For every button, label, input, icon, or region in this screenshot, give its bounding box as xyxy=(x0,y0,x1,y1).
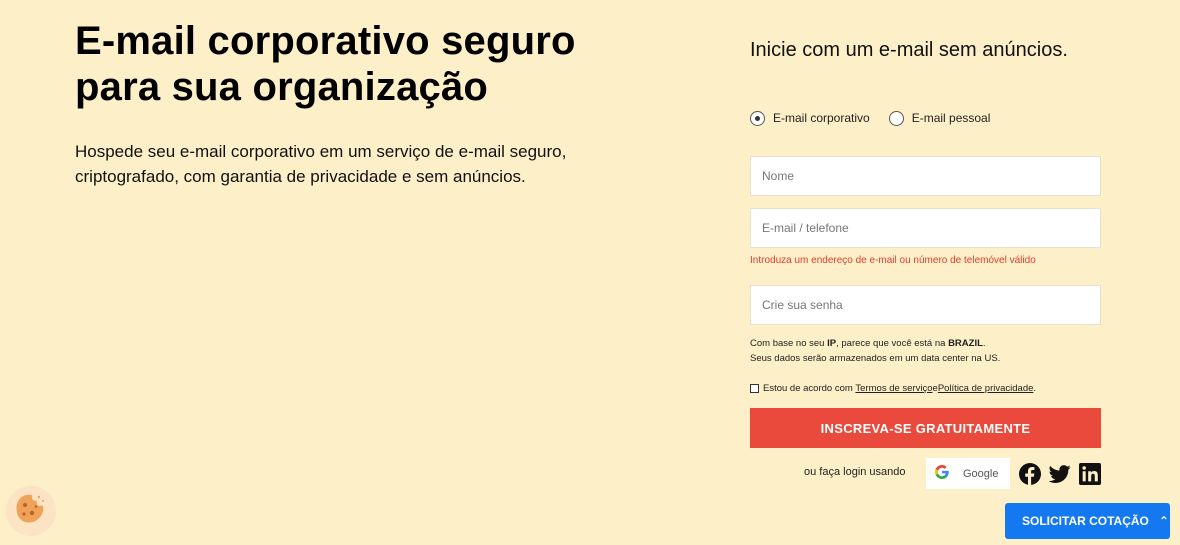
radio-personal[interactable]: E-mail pessoal xyxy=(888,110,991,126)
google-login-button[interactable]: Google xyxy=(926,458,1010,489)
google-icon xyxy=(935,465,949,482)
twitter-icon[interactable] xyxy=(1048,463,1071,485)
terms-row: Estou de acordo com Termos de serviço e … xyxy=(750,383,1036,394)
ip-note-ip: IP xyxy=(827,338,837,349)
terms-of-service-link[interactable]: Termos de serviço xyxy=(855,383,932,394)
ip-note-datacenter: Seus dados serão armazenados em um data … xyxy=(750,353,1001,364)
signup-button[interactable]: INSCREVA-SE GRATUITAMENTE xyxy=(750,408,1101,448)
request-quote-label: SOLICITAR COTAÇÃO xyxy=(1022,514,1149,528)
chevron-up-icon: ⌃ xyxy=(1158,514,1169,528)
ip-note-suffix: . xyxy=(982,338,986,349)
form-title: Inicie com um e-mail sem anúncios. xyxy=(750,39,1068,61)
ip-note-country: BRAZIL xyxy=(948,338,983,349)
linkedin-icon[interactable] xyxy=(1079,463,1101,485)
email-field xyxy=(750,208,1101,248)
cookie-settings-button[interactable] xyxy=(6,486,56,536)
ip-note-mid: , parece que você está na xyxy=(836,338,949,349)
google-label: Google xyxy=(963,467,999,480)
password-input[interactable] xyxy=(762,286,1089,324)
email-error-message: Introduza um endereço de e-mail ou númer… xyxy=(750,255,1036,266)
facebook-icon[interactable] xyxy=(1019,463,1041,485)
terms-suffix: . xyxy=(1033,383,1037,394)
name-input[interactable] xyxy=(762,157,1089,195)
email-type-radio-group: E-mail corporativo E-mail pessoal xyxy=(750,110,1009,126)
email-input[interactable] xyxy=(762,209,1089,247)
terms-checkbox[interactable] xyxy=(750,384,759,393)
ip-location-note: Com base no seu IP, parece que você está… xyxy=(750,336,1000,366)
radio-checked-icon xyxy=(750,110,765,126)
request-quote-button[interactable]: SOLICITAR COTAÇÃO ⌃ xyxy=(1005,503,1170,539)
password-field xyxy=(750,285,1101,325)
radio-personal-label: E-mail pessoal xyxy=(911,111,991,125)
hero-title: E-mail corporativo seguro para sua organ… xyxy=(75,19,576,109)
radio-business[interactable]: E-mail corporativo xyxy=(750,110,870,126)
privacy-policy-link[interactable]: Política de privacidade xyxy=(938,383,1034,394)
radio-unchecked-icon xyxy=(888,110,904,126)
terms-prefix: Estou de acordo com xyxy=(763,383,853,394)
hero-subtitle: Hospede seu e-mail corporativo em um ser… xyxy=(75,142,567,186)
radio-business-label: E-mail corporativo xyxy=(773,111,870,125)
name-field xyxy=(750,156,1101,196)
or-login-label: ou faça login usando xyxy=(804,466,906,478)
cookie-icon xyxy=(14,492,48,531)
ip-note-prefix: Com base no seu xyxy=(750,338,828,349)
